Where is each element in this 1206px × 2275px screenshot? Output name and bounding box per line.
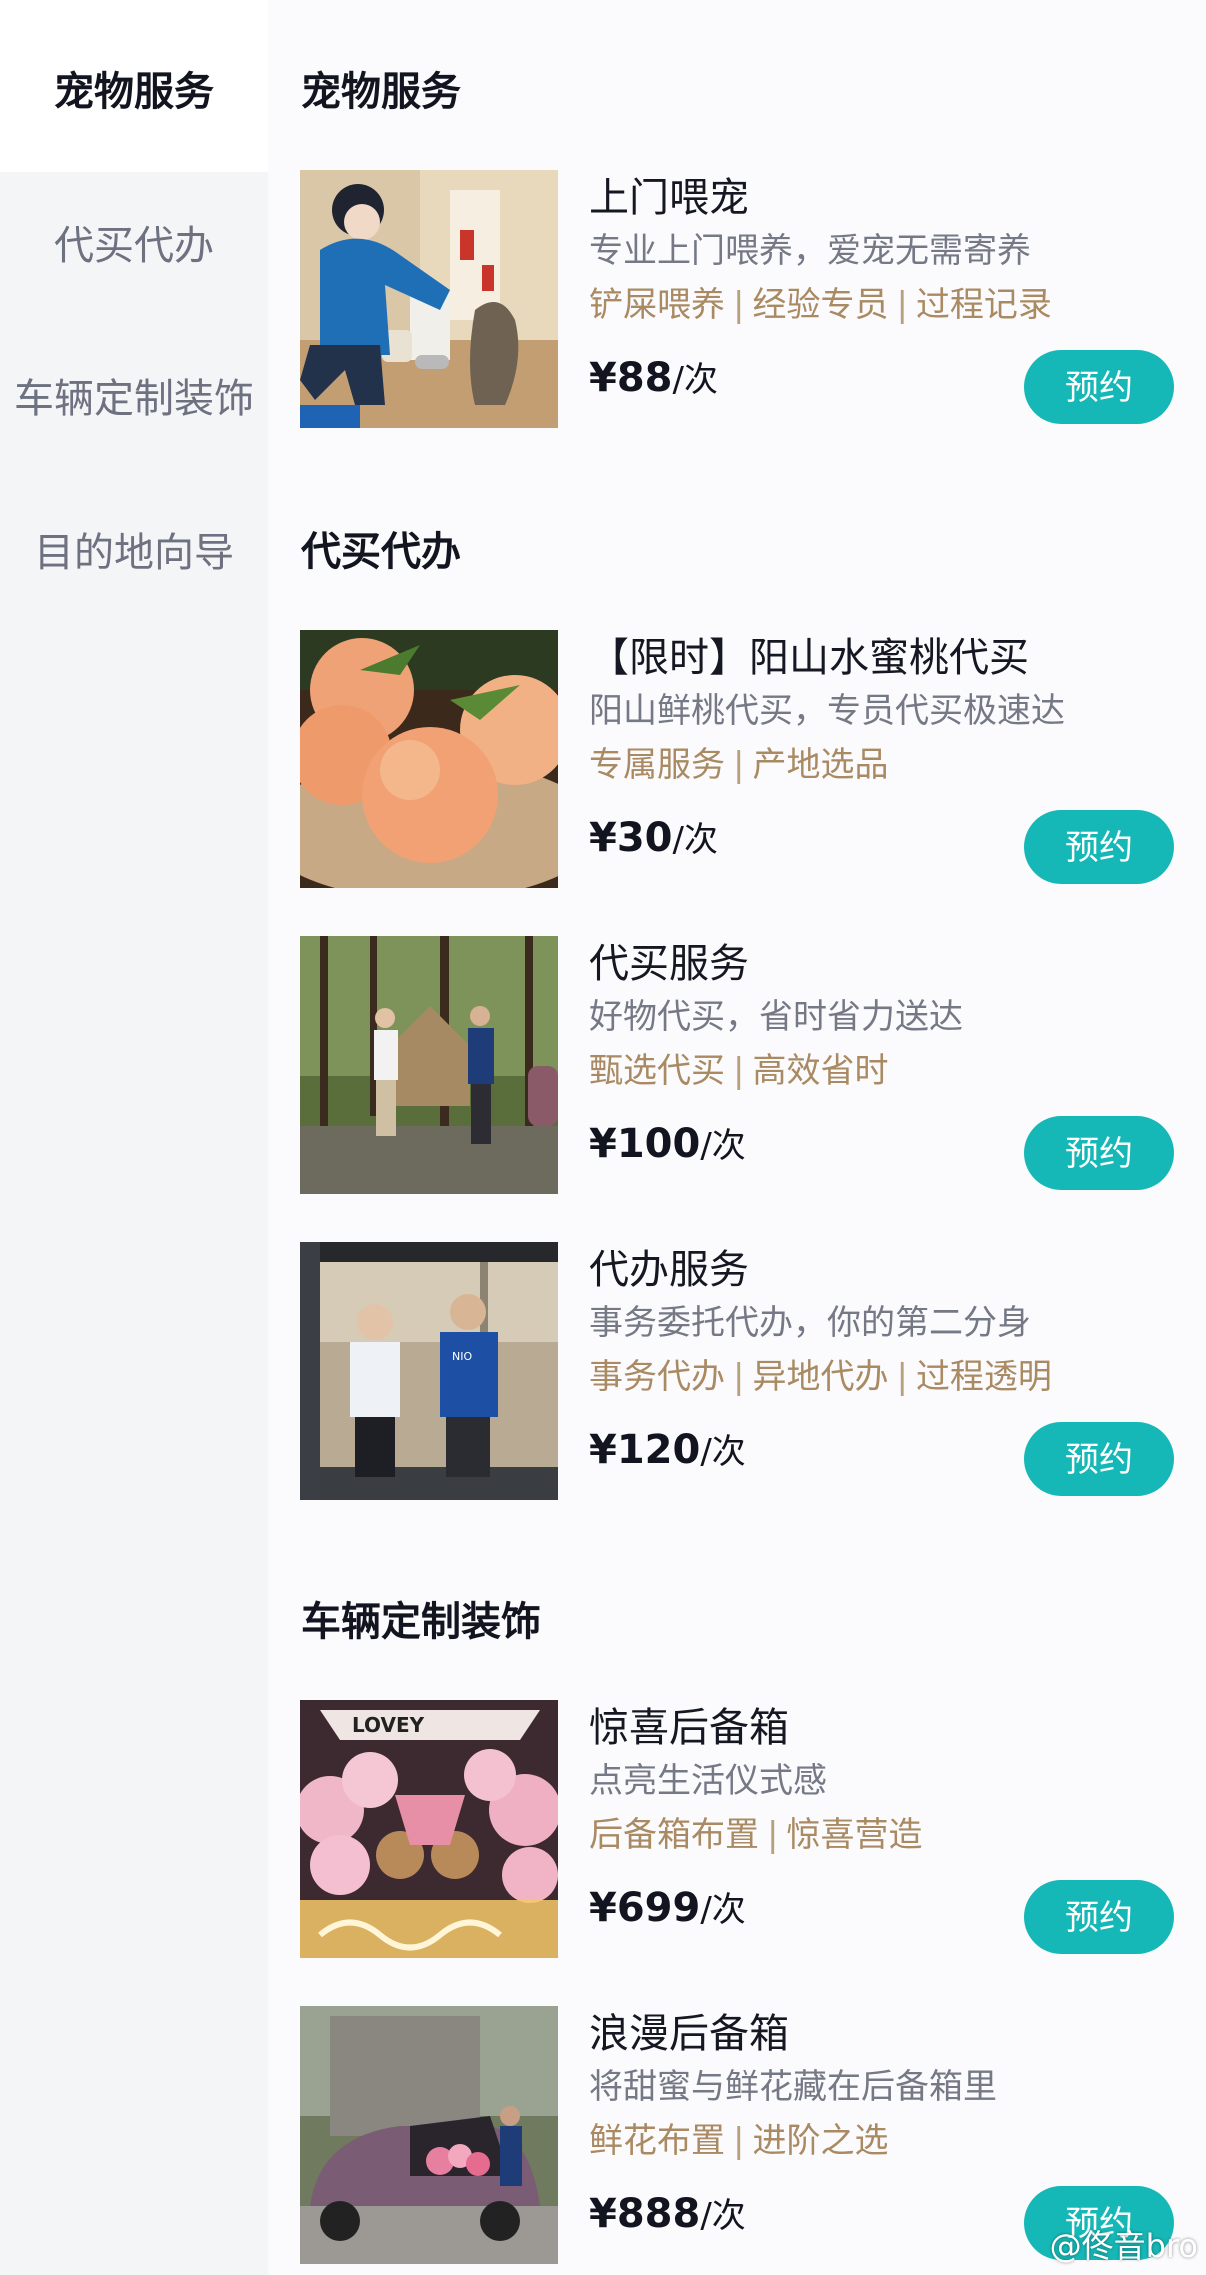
price-amount: ¥120: [589, 1427, 701, 1473]
romantic-trunk-photo: [300, 2006, 558, 2264]
card-tags: 事务代办 | 异地代办 | 过程透明: [589, 1357, 1052, 1397]
book-button[interactable]: 预约: [1024, 1422, 1174, 1496]
category-sidebar: 宠物服务 代买代办 车辆定制装饰 目的地向导: [0, 0, 268, 2275]
service-card-purchase-service[interactable]: 代买服务 好物代买，省时省力送达 甄选代买 | 高效省时 ¥100/次 预约: [300, 936, 1174, 1196]
purchase-service-photo: [300, 936, 558, 1194]
tag: 异地代办: [752, 1357, 889, 1397]
tag: 高效省时: [752, 1051, 889, 1091]
sidebar-item-destination-guide[interactable]: 目的地向导: [0, 527, 268, 579]
price-unit: /次: [700, 1126, 746, 1166]
card-description: 阳山鲜桃代买，专员代买极速达: [589, 691, 1065, 731]
agent-service-photo: NIO: [300, 1242, 558, 1500]
price-amount: ¥888: [589, 2191, 701, 2237]
card-tags: 铲屎喂养 | 经验专员 | 过程记录: [589, 285, 1052, 325]
card-description: 好物代买，省时省力送达: [589, 997, 963, 1037]
card-tags: 甄选代买 | 高效省时: [589, 1051, 889, 1091]
card-description: 专业上门喂养，爱宠无需寄养: [589, 231, 1031, 271]
watermark: @佟音bro: [1049, 2227, 1198, 2265]
pet-feeding-photo: [300, 170, 558, 428]
price-amount: ¥100: [589, 1121, 701, 1167]
tag: 进阶之选: [752, 2121, 889, 2161]
price-amount: ¥30: [589, 815, 673, 861]
card-tags: 后备箱布置 | 惊喜营造: [589, 1815, 923, 1855]
price-unit: /次: [700, 2196, 746, 2236]
service-card-agent-service[interactable]: NIO 代办服务 事务委托代办，你的第二分身 事务代办 | 异地代办 | 过程透明 ¥1…: [300, 1242, 1174, 1502]
tag: 惊喜营造: [786, 1815, 923, 1855]
section-title-pet-service: 宠物服务: [301, 69, 461, 115]
tag: 铲屎喂养: [589, 285, 725, 325]
price-unit: /次: [700, 1432, 746, 1472]
card-tags: 鲜花布置 | 进阶之选: [589, 2121, 889, 2161]
card-title: 惊喜后备箱: [589, 1705, 789, 1751]
app-root: 宠物服务 代买代办 车辆定制装饰 目的地向导 宠物服务 上门喂宠 专业上门喂养，…: [0, 0, 1206, 2275]
book-button[interactable]: 预约: [1024, 1116, 1174, 1190]
card-title: 【限时】阳山水蜜桃代买: [589, 635, 1029, 681]
card-description: 将甜蜜与鲜花藏在后备箱里: [589, 2067, 997, 2107]
card-title: 浪漫后备箱: [589, 2011, 789, 2057]
card-title: 代办服务: [589, 1247, 749, 1293]
card-title: 代买服务: [589, 941, 749, 987]
balloon-letters: LOVEY: [352, 1713, 425, 1737]
nio-shirt-badge: NIO: [452, 1350, 472, 1363]
price-unit: /次: [700, 1890, 746, 1930]
book-button[interactable]: 预约: [1024, 810, 1174, 884]
card-price: ¥120/次: [589, 1424, 746, 1484]
service-card-pet-feeding[interactable]: 上门喂宠 专业上门喂养，爱宠无需寄养 铲屎喂养 | 经验专员 | 过程记录 ¥88/次 …: [300, 170, 1174, 430]
tag: 经验专员: [752, 285, 889, 325]
tag: 事务代办: [589, 1357, 725, 1397]
sidebar-item-pet-service[interactable]: 宠物服务: [0, 66, 268, 118]
card-description: 事务委托代办，你的第二分身: [589, 1303, 1031, 1343]
price-unit: /次: [672, 820, 718, 860]
tag: 鲜花布置: [589, 2121, 725, 2161]
service-list: 宠物服务 上门喂宠 专业上门喂养，爱宠无需寄养 铲屎喂养 | 经验专员 | 过程…: [268, 0, 1206, 2275]
tag: 过程记录: [915, 285, 1052, 325]
card-price: ¥100/次: [589, 1118, 746, 1178]
sidebar-item-errand[interactable]: 代买代办: [0, 220, 268, 272]
service-card-romantic-trunk[interactable]: 浪漫后备箱 将甜蜜与鲜花藏在后备箱里 鲜花布置 | 进阶之选 ¥888/次 预约: [300, 2006, 1174, 2266]
card-title: 上门喂宠: [589, 175, 749, 221]
card-price: ¥699/次: [589, 1882, 746, 1942]
price-amount: ¥88: [589, 355, 673, 401]
tag: 后备箱布置: [589, 1815, 759, 1855]
tag: 过程透明: [915, 1357, 1052, 1397]
card-description: 点亮生活仪式感: [589, 1761, 827, 1801]
service-card-surprise-trunk[interactable]: LOVEY 惊喜后备箱 点亮生活仪式感 后备箱布置 | 惊喜营造 ¥699/次 …: [300, 1700, 1174, 1960]
price-amount: ¥699: [589, 1885, 701, 1931]
card-price: ¥30/次: [589, 812, 718, 872]
peach-photo: [300, 630, 558, 888]
sidebar-item-vehicle-decor[interactable]: 车辆定制装饰: [0, 373, 268, 425]
card-tags: 专属服务 | 产地选品: [589, 745, 889, 785]
card-price: ¥88/次: [589, 352, 718, 412]
section-title-errand: 代买代办: [301, 529, 461, 575]
surprise-trunk-photo: LOVEY: [300, 1700, 558, 1958]
book-button[interactable]: 预约: [1024, 1880, 1174, 1954]
price-unit: /次: [672, 360, 718, 400]
tag: 产地选品: [752, 745, 889, 785]
card-price: ¥888/次: [589, 2188, 746, 2248]
service-card-peach-purchase[interactable]: 【限时】阳山水蜜桃代买 阳山鲜桃代买，专员代买极速达 专属服务 | 产地选品 ¥30…: [300, 630, 1174, 890]
tag: 甄选代买: [589, 1051, 725, 1091]
tag: 专属服务: [589, 745, 725, 785]
book-button[interactable]: 预约: [1024, 350, 1174, 424]
section-title-vehicle-decor: 车辆定制装饰: [301, 1599, 541, 1645]
